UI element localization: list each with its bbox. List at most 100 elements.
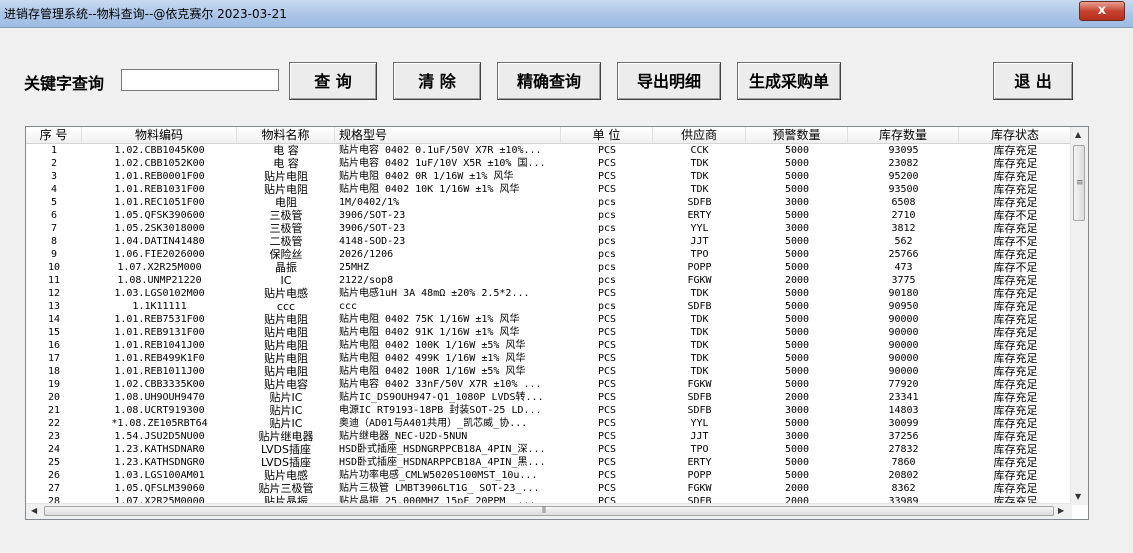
cell-material-name: 贴片电阻 xyxy=(264,183,308,196)
table-row[interactable]: 12 1.03.LGS0102M00 贴片电感 贴片电感1uH 3A 48mΩ ±20… xyxy=(26,287,1072,300)
column-header[interactable]: 序 号 xyxy=(26,127,82,143)
table-row[interactable]: 7 1.05.2SK3018000 三极管 3906/SOT-23 pcs YYL 3000… xyxy=(26,222,1072,235)
cell-spec: 贴片功率电感_CMLW5020S100MST_10u... xyxy=(339,470,538,481)
table-row[interactable]: 9 1.06.FIE2026000 保险丝 2026/1206 pcs TPO 5000 25… xyxy=(26,248,1072,261)
cell-stock-status: 库存充足 xyxy=(993,365,1038,378)
column-header[interactable]: 单 位 xyxy=(561,127,653,143)
table-row[interactable]: 24 1.23.KATHSDNAR0 LVDS插座 HSD卧式插座_HSDNGRPPC… xyxy=(26,443,1072,456)
keyword-search-label: 关键字查询 xyxy=(24,74,105,93)
cell-stock-qty: 77920 xyxy=(888,379,919,390)
cell-spec: 电源IC RT9193-18PB 封装SOT-25 LD... xyxy=(339,405,542,416)
cell-stock-qty: 3775 xyxy=(891,275,916,286)
materials-table[interactable]: 序 号物料编码 物料名称 规格型号单 位供应商 预警数量 库存数量 库存状态 1 1.02.… xyxy=(25,126,1089,520)
cell-unit: pcs xyxy=(597,249,617,260)
keyword-search-input[interactable] xyxy=(121,69,279,91)
cell-material-code: 1.06.FIE2026000 xyxy=(114,249,205,260)
column-header[interactable]: 物料名称 xyxy=(237,127,335,143)
cell-stock-qty: 3812 xyxy=(891,223,916,234)
cell-stock-status: 库存充足 xyxy=(993,469,1038,482)
table-row[interactable]: 26 1.03.LGS100AM01 贴片电感 贴片功率电感_CMLW5020S100… xyxy=(26,469,1072,482)
cell-unit: PCS xyxy=(597,158,617,169)
cell-material-name: 贴片电阻 xyxy=(264,339,308,352)
table-row[interactable]: 23 1.54.JSU2D5NU00 贴片继电器 贴片继电器_NEC-U2D-5NUN… xyxy=(26,430,1072,443)
cell-index: 21 xyxy=(47,405,61,416)
cell-material-code: 1.01.REB1041J00 xyxy=(114,340,205,351)
table-row[interactable]: 11 1.08.UNMP21220 IC 2122/sop8 pcs FGKW 2000 37… xyxy=(26,274,1072,287)
grip-icon: ≡ xyxy=(1076,178,1084,188)
table-row[interactable]: 18 1.01.REB1011J00 贴片电阻 贴片电阻 0402 100R 1/16… xyxy=(26,365,1072,378)
cell-material-name: 保险丝 xyxy=(269,248,303,261)
table-row[interactable]: 5 1.01.REC1051F00 电阻 1M/0402/1% pcs SDFB 3000 6… xyxy=(26,196,1072,209)
cell-warning-qty: 5000 xyxy=(784,470,810,481)
table-row[interactable]: 20 1.08.UH9OUH9470 贴片IC 贴片IC_DS9OUH947-Q1_1… xyxy=(26,391,1072,404)
column-header[interactable]: 预警数量 xyxy=(746,127,848,143)
table-row[interactable]: 15 1.01.REB9131F00 贴片电阻 贴片电阻 0402 91K 1/16W… xyxy=(26,326,1072,339)
exit-button[interactable]: 退 出 xyxy=(993,62,1073,100)
query-button[interactable]: 查 询 xyxy=(289,62,377,100)
table-row[interactable]: 1 1.02.CBB1045K00 电 容 贴片电容 0402 0.1uF/50V X… xyxy=(26,144,1072,157)
horizontal-scrollbar[interactable]: ◀ ⦀ ▶ xyxy=(26,503,1072,519)
cell-material-code: 1.04.DATIN41480 xyxy=(114,236,205,247)
scroll-up-arrow-icon[interactable]: ▲ xyxy=(1075,130,1081,140)
cell-material-code: 1.1K11111 xyxy=(132,301,187,312)
horizontal-scroll-thumb[interactable]: ⦀ xyxy=(44,506,1054,516)
vertical-scrollbar[interactable]: ▲ ≡ ▼ xyxy=(1070,127,1088,505)
table-row[interactable]: 10 1.07.X2R25M000 晶振 25MHZ pcs POPP 5000 473 库存不… xyxy=(26,261,1072,274)
column-header[interactable]: 物料编码 xyxy=(82,127,237,143)
cell-stock-qty: 90000 xyxy=(888,314,919,325)
cell-material-code: 1.05.2SK3018000 xyxy=(114,223,205,234)
cell-index: 7 xyxy=(50,223,58,234)
close-icon[interactable]: x xyxy=(1079,1,1125,21)
table-row[interactable]: 8 1.04.DATIN41480 二极管 4148-SOD-23 pcs JJT 5000… xyxy=(26,235,1072,248)
export-details-button[interactable]: 导出明细 xyxy=(617,62,721,100)
cell-material-code: 1.01.REC1051F00 xyxy=(114,197,205,208)
table-row[interactable]: 3 1.01.REB0001F00 贴片电阻 贴片电阻 0402 0R 1/16W ±… xyxy=(26,170,1072,183)
column-header[interactable]: 规格型号 xyxy=(335,127,561,143)
cell-index: 19 xyxy=(47,379,61,390)
scroll-down-arrow-icon[interactable]: ▼ xyxy=(1075,492,1081,502)
cell-index: 6 xyxy=(50,210,58,221)
table-row[interactable]: 6 1.05.QFSK390600 三极管 3906/SOT-23 pcs ERTY 500… xyxy=(26,209,1072,222)
table-row[interactable]: 21 1.08.UCRT919300 贴片IC 电源IC RT9193-18PB 封装… xyxy=(26,404,1072,417)
cell-spec: ccc xyxy=(339,301,358,312)
exact-query-button[interactable]: 精确查询 xyxy=(497,62,601,100)
cell-stock-qty: 90000 xyxy=(888,340,919,351)
cell-warning-qty: 5000 xyxy=(784,145,810,156)
table-row[interactable]: 14 1.01.REB7531F00 贴片电阻 贴片电阻 0402 75K 1/16W… xyxy=(26,313,1072,326)
cell-warning-qty: 5000 xyxy=(784,184,810,195)
generate-purchase-order-button[interactable]: 生成采购单 xyxy=(737,62,841,100)
cell-index: 23 xyxy=(47,431,61,442)
cell-material-code: 1.02.CBB3335K00 xyxy=(114,379,205,390)
cell-spec: 贴片电阻 0402 100R 1/16W ±5% 风华 xyxy=(339,366,526,377)
cell-supplier: TDK xyxy=(690,184,709,195)
scroll-left-arrow-icon[interactable]: ◀ xyxy=(31,506,37,516)
column-header[interactable]: 库存状态 xyxy=(959,127,1072,143)
cell-stock-qty: 562 xyxy=(894,236,913,247)
table-row[interactable]: 25 1.23.KATHSDNGR0 LVDS插座 HSD卧式插座_HSDNARPPC… xyxy=(26,456,1072,469)
clear-button[interactable]: 清 除 xyxy=(393,62,481,100)
cell-index: 13 xyxy=(47,301,61,312)
cell-stock-qty: 27832 xyxy=(888,444,919,455)
cell-supplier: TDK xyxy=(690,366,709,377)
cell-stock-qty: 90000 xyxy=(888,327,919,338)
cell-stock-qty: 37256 xyxy=(888,431,919,442)
cell-stock-status: 库存充足 xyxy=(993,404,1038,417)
vertical-scroll-thumb[interactable]: ≡ xyxy=(1073,145,1085,221)
table-row[interactable]: 13 1.1K11111 ccc ccc pcs SDFB 5000 90950 库存充足 xyxy=(26,300,1072,313)
cell-warning-qty: 2000 xyxy=(784,275,810,286)
table-row[interactable]: 22 *1.08.ZE105RBT64 贴片IC 奥迪（AD01与A401共用）_凯芯… xyxy=(26,417,1072,430)
table-row[interactable]: 4 1.01.REB1031F00 贴片电阻 贴片电阻 0402 10K 1/16W … xyxy=(26,183,1072,196)
scroll-right-arrow-icon[interactable]: ▶ xyxy=(1058,506,1064,516)
table-row[interactable]: 16 1.01.REB1041J00 贴片电阻 贴片电阻 0402 100K 1/16… xyxy=(26,339,1072,352)
table-row[interactable]: 27 1.05.QFSLM39060 贴片三极管 贴片三极管 LMBT3906LT1G… xyxy=(26,482,1072,495)
table-row[interactable]: 2 1.02.CBB1052K00 电 容 贴片电容 0402 1uF/10V X5R… xyxy=(26,157,1072,170)
cell-warning-qty: 5000 xyxy=(784,327,810,338)
column-header[interactable]: 库存数量 xyxy=(848,127,959,143)
table-row[interactable]: 17 1.01.REB499K1F0 贴片电阻 贴片电阻 0402 499K 1/16… xyxy=(26,352,1072,365)
cell-spec: 贴片电阻 0402 100K 1/16W ±5% 风华 xyxy=(339,340,526,351)
cell-material-code: 1.23.KATHSDNGR0 xyxy=(114,457,205,468)
cell-warning-qty: 2000 xyxy=(784,483,810,494)
cell-spec: 25MHZ xyxy=(339,262,370,273)
table-row[interactable]: 19 1.02.CBB3335K00 贴片电容 贴片电容 0402 33nF/50V … xyxy=(26,378,1072,391)
column-header[interactable]: 供应商 xyxy=(653,127,746,143)
